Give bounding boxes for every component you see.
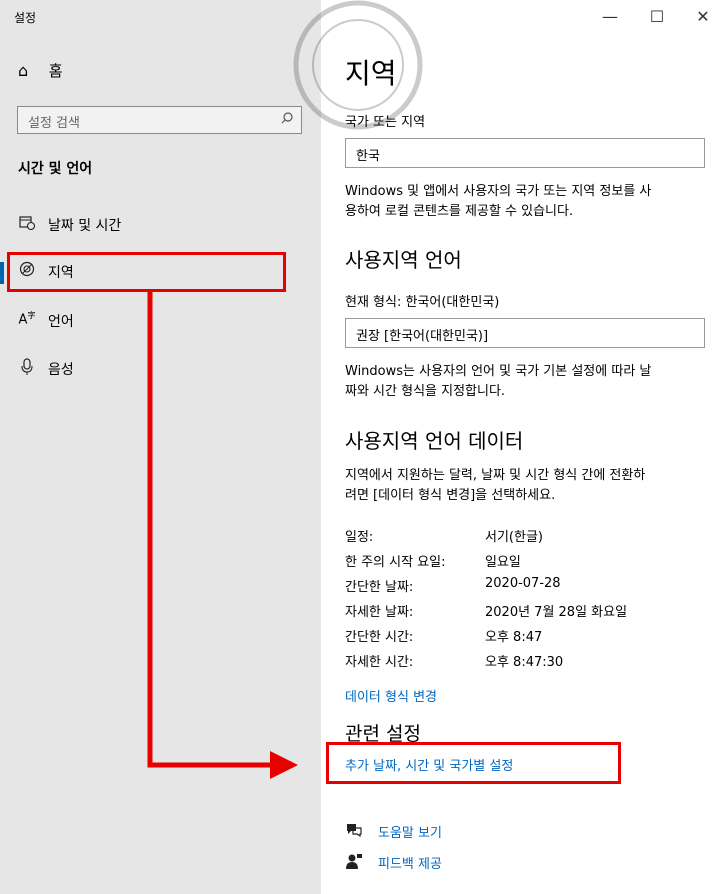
section-title: 시간 및 언어 [18,161,93,177]
search-placeholder: 설정 검색 [28,116,80,131]
format-row-label: 일정: [345,530,374,545]
home-icon: ⌂ [18,61,29,80]
country-value: 한국 [356,149,380,164]
sidebar-item-label: 언어 [48,314,74,330]
region-format-dropdown[interactable]: 권장 [한국어(대한민국)] [345,318,705,348]
give-feedback-link[interactable]: 피드백 제공 [378,853,442,872]
current-format-label: 현재 형식: 한국어(대한민국) [345,295,500,310]
sidebar-item-datetime[interactable]: 날짜 및 시간 [0,204,321,244]
format-row-label: 간단한 시간: [345,630,414,645]
format-data-heading: 사용지역 언어 데이터 [345,429,524,453]
annotation-arrow [147,290,298,779]
format-row-label: 한 주의 시작 요일: [345,555,446,570]
format-data-description-1: 지역에서 지원하는 달력, 날짜 및 시간 형식 간에 전환하 [345,468,646,483]
highlight-box-additional-settings [326,742,621,784]
close-button[interactable]: ✕ [680,6,726,28]
country-dropdown[interactable]: 한국 [345,138,705,168]
minimize-button[interactable]: — [587,6,633,28]
format-row-value: 일요일 [485,555,521,570]
format-row-label: 자세한 시간: [345,655,414,670]
sidebar-item-label: 음성 [48,362,74,378]
page-title: 지역 [345,57,397,90]
region-format-heading: 사용지역 언어 [345,248,462,272]
home-label: 홈 [48,62,63,80]
feedback-icon [345,852,363,870]
format-row-value: 서기(한글) [485,530,543,545]
sidebar-item-label: 날짜 및 시간 [48,218,122,234]
get-help-link[interactable]: 도움말 보기 [378,822,442,841]
format-row-value: 2020-07-28 [485,576,561,591]
format-row-label: 간단한 날짜: [345,580,414,595]
calendar-clock-icon [18,214,36,232]
format-row-value: 오후 8:47:30 [485,655,564,670]
maximize-button[interactable]: ☐ [634,6,680,28]
language-icon: A字 [18,311,36,328]
home-nav-item[interactable]: ⌂ 홈 [18,60,63,81]
highlight-box-region [7,252,286,292]
region-format-description-2: 짜와 시간 형식을 지정합니다. [345,384,506,399]
window-title: 설정 [14,11,37,25]
format-data-description-2: 려면 [데이터 형식 변경]을 선택하세요. [345,488,556,503]
change-data-format-link[interactable]: 데이터 형식 변경 [345,686,437,705]
format-row-label: 자세한 날짜: [345,605,414,620]
region-format-description-1: Windows는 사용자의 언어 및 국가 기본 설정에 따라 날 [345,364,652,379]
region-format-value: 권장 [한국어(대한민국)] [356,329,489,344]
microphone-icon [18,358,36,376]
format-row-value: 2020년 7월 28일 화요일 [485,605,628,620]
format-row-value: 오후 8:47 [485,630,543,645]
help-icon [345,821,363,839]
country-description-1: Windows 및 앱에서 사용자의 국가 또는 지역 정보를 사 [345,184,652,199]
country-label: 국가 또는 지역 [345,115,426,130]
country-description-2: 용하여 로컬 콘텐츠를 제공할 수 있습니다. [345,204,574,219]
